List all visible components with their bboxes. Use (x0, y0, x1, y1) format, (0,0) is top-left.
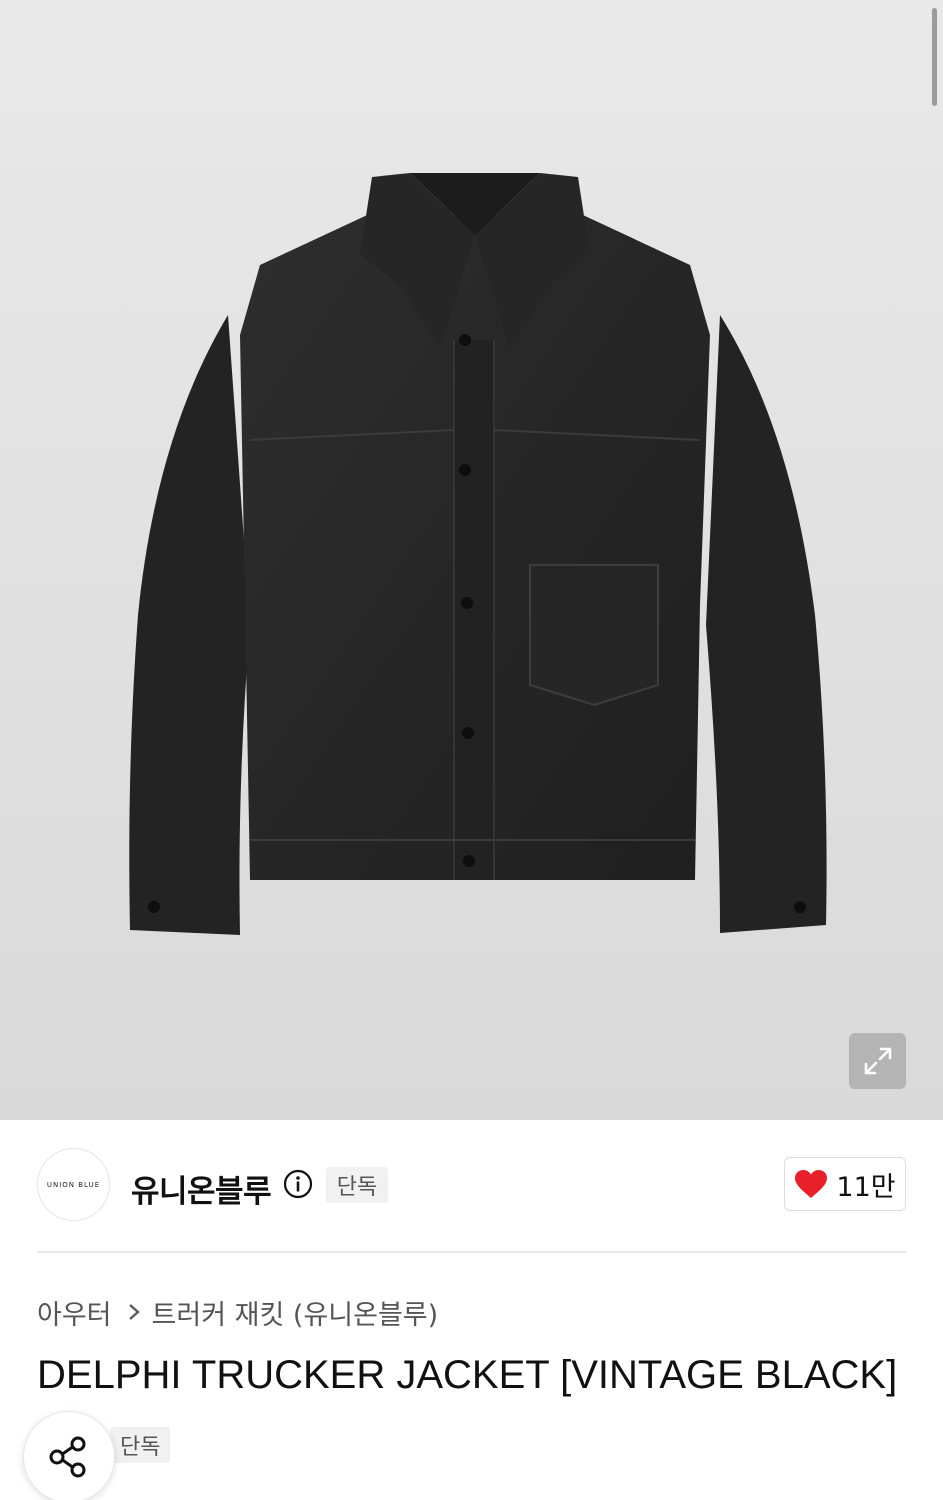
scrollbar[interactable] (932, 8, 937, 106)
like-count: 11만 (836, 1171, 896, 1203)
expand-image-button[interactable] (849, 1033, 906, 1089)
brand-logo[interactable]: UNION BLUE (37, 1148, 110, 1221)
share-icon (49, 1436, 86, 1478)
like-button[interactable]: 11만 (784, 1157, 906, 1211)
breadcrumb-subcategory[interactable]: 트러커 재킷 (유니온블루) (152, 1293, 439, 1332)
divider (37, 1251, 906, 1253)
breadcrumb: 아우터 트러커 재킷 (유니온블루) (37, 1292, 438, 1332)
expand-icon (864, 1047, 891, 1075)
exclusive-badge-label: 단독 (336, 1175, 378, 1200)
brand-row: UNION BLUE 유니온블루 단독 11만 (37, 1148, 906, 1223)
product-image (129, 173, 827, 935)
product-title: DELPHI TRUCKER JACKET [VINTAGE BLACK] (37, 1353, 898, 1397)
brand-name[interactable]: 유니온블루 (131, 1166, 272, 1211)
product-page: UNION BLUE 유니온블루 단독 11만 아우터 트러커 재킷 (유니온블… (0, 0, 943, 1500)
brand-logo-text: UNION BLUE (46, 1180, 101, 1189)
chevron-right-icon (128, 1303, 140, 1321)
info-icon[interactable] (283, 1169, 313, 1199)
exclusive-tag: 단독 (110, 1427, 171, 1463)
heart-icon (795, 1170, 828, 1198)
product-image-gallery[interactable] (0, 0, 943, 1120)
share-button[interactable] (23, 1411, 115, 1500)
exclusive-badge: 단독 (326, 1167, 388, 1203)
breadcrumb-category[interactable]: 아우터 (37, 1293, 112, 1332)
